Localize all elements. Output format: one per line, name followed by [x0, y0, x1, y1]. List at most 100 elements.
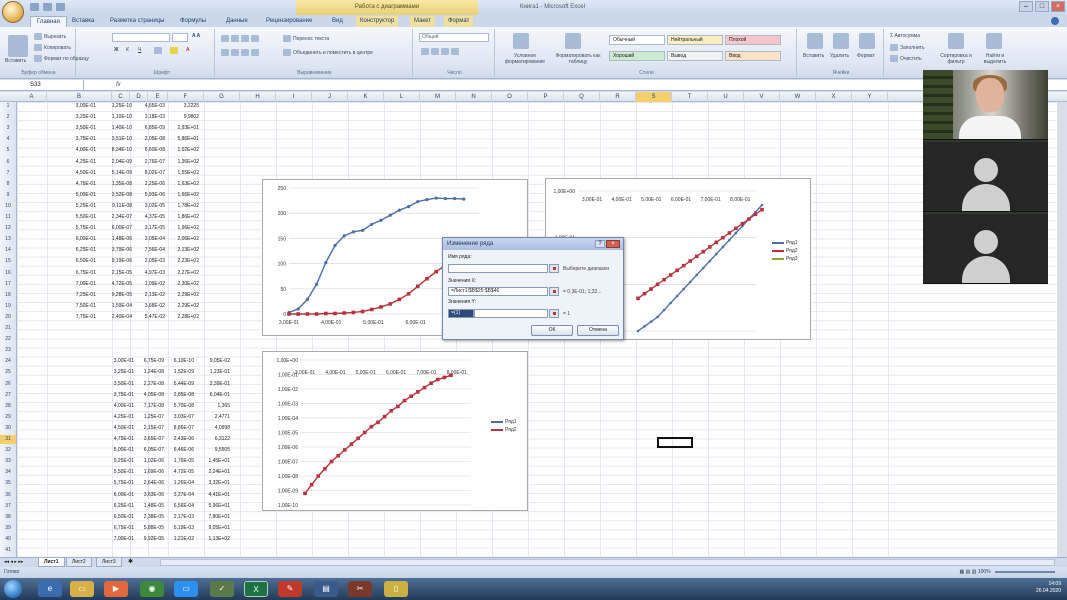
column-header-v[interactable]: V: [744, 92, 780, 102]
row-header-14[interactable]: 14: [0, 246, 16, 255]
cell-value[interactable]: 2,23E+02: [165, 257, 199, 266]
cell-value[interactable]: 4,65E-03: [133, 102, 165, 111]
zoom-icon[interactable]: ▭: [174, 581, 198, 597]
row-header-36[interactable]: 36: [0, 491, 16, 500]
cell-value[interactable]: 1,45E+01: [194, 457, 230, 466]
cell-value[interactable]: 1,36E+02: [165, 158, 199, 167]
active-cell[interactable]: [657, 437, 693, 448]
cell-value[interactable]: 3,25E-01: [60, 113, 96, 122]
cell-value[interactable]: 5,70E-08: [162, 402, 194, 411]
cell-value[interactable]: 2,43E-06: [162, 435, 194, 444]
column-header-s[interactable]: S: [636, 92, 672, 102]
row-header-18[interactable]: 18: [0, 291, 16, 300]
cell-value[interactable]: 5,25E-01: [60, 202, 96, 211]
delete-cells-button[interactable]: Удалить: [830, 53, 849, 59]
conditional-format-icon[interactable]: [513, 33, 529, 49]
cell-value[interactable]: 9,05E-02: [194, 357, 230, 366]
format-cells-button[interactable]: Формат: [857, 53, 875, 59]
close-button[interactable]: ×: [1051, 1, 1065, 12]
cell-value[interactable]: 9,19E-06: [98, 257, 132, 266]
sort-filter-icon[interactable]: [948, 33, 964, 49]
cell-value[interactable]: 5,75E-01: [60, 224, 96, 233]
cell-value[interactable]: 2,28E+02: [165, 313, 199, 322]
cell-value[interactable]: 1,59E-04: [98, 302, 132, 311]
cell-value[interactable]: 2,15E-05: [98, 269, 132, 278]
help-icon[interactable]: [1051, 17, 1059, 25]
bold-button[interactable]: Ж: [114, 47, 119, 53]
cell-value[interactable]: 1,21E-02: [162, 535, 194, 544]
find-select-button[interactable]: Найти и выделить: [978, 53, 1012, 65]
fill-color-button[interactable]: [170, 47, 180, 54]
cell-value[interactable]: 6,46E-06: [162, 446, 194, 455]
cell-value[interactable]: 1,26E-04: [162, 479, 194, 488]
number-format-buttons[interactable]: [421, 48, 461, 55]
cell-value[interactable]: 9,28E-05: [98, 291, 132, 300]
cell-value[interactable]: 1,24E-08: [134, 368, 164, 377]
cell-value[interactable]: 2,4771: [194, 413, 230, 422]
cell-value[interactable]: 7,00E-01: [60, 280, 96, 289]
cell-value[interactable]: 6,00E-01: [100, 491, 134, 500]
undo-icon[interactable]: [43, 3, 52, 11]
cell-value[interactable]: 2,27E+02: [165, 269, 199, 278]
fx-icon[interactable]: fx: [116, 80, 121, 90]
row-header-8[interactable]: 8: [0, 180, 16, 189]
copy-button[interactable]: Копировать: [34, 44, 71, 51]
row-header-30[interactable]: 30: [0, 424, 16, 433]
row-header-21[interactable]: 21: [0, 324, 16, 333]
row-header-4[interactable]: 4: [0, 135, 16, 144]
cell-value[interactable]: 3,00E-01: [100, 357, 134, 366]
cell-value[interactable]: 5,50E-01: [60, 213, 96, 222]
cell-value[interactable]: 1,96E+02: [165, 224, 199, 233]
style-good[interactable]: Хороший: [609, 51, 665, 61]
tab-design[interactable]: Конструктор: [356, 16, 399, 27]
column-header-d[interactable]: D: [130, 92, 148, 102]
tab-review[interactable]: Рецензирование: [266, 16, 312, 27]
cell-value[interactable]: 3,79E-06: [98, 246, 132, 255]
calculator-icon[interactable]: ▤: [314, 581, 338, 597]
cell-value[interactable]: 3,03E-07: [162, 413, 194, 422]
row-header-41[interactable]: 41: [0, 546, 16, 555]
merge-center-button[interactable]: Объединить и поместить в центре: [283, 49, 373, 56]
cell-value[interactable]: 9,11E-08: [98, 202, 132, 211]
cell-value[interactable]: 4,25E-01: [100, 413, 134, 422]
column-header-w[interactable]: W: [780, 92, 816, 102]
format-painter-button[interactable]: Формат по образцу: [34, 55, 89, 62]
cell-value[interactable]: 3,52E-08: [98, 191, 132, 200]
cell-value[interactable]: 1,02E-06: [134, 457, 164, 466]
cell-value[interactable]: 5,50E-01: [100, 468, 134, 477]
row-header-23[interactable]: 23: [0, 346, 16, 355]
cell-value[interactable]: 4,25E-01: [60, 158, 96, 167]
cell-value[interactable]: 5,00E-01: [100, 446, 134, 455]
fill-button[interactable]: Заполнить: [890, 44, 925, 51]
style-input[interactable]: Ввод: [725, 51, 781, 61]
chrome-icon[interactable]: ◉: [140, 581, 164, 597]
cell-value[interactable]: 7,56E-04: [133, 246, 165, 255]
row-header-17[interactable]: 17: [0, 280, 16, 289]
cell-value[interactable]: 1,25E-07: [134, 413, 164, 422]
tab-formulas[interactable]: Формулы: [180, 16, 206, 27]
cell-value[interactable]: 2,85E-08: [162, 391, 194, 400]
cell-value[interactable]: 4,41E+01: [194, 491, 230, 500]
column-header-f[interactable]: F: [168, 92, 204, 102]
cell-value[interactable]: 3,05E-04: [133, 235, 165, 244]
font-name-combo[interactable]: [112, 33, 170, 42]
cell-value[interactable]: 1,25E-10: [98, 102, 132, 111]
cell-value[interactable]: 4,72E-05: [98, 280, 132, 289]
delete-cells-icon[interactable]: [833, 33, 849, 49]
sheet-tab-1[interactable]: Лист1: [38, 558, 65, 567]
cell-value[interactable]: 3,2225: [165, 102, 199, 111]
row-header-3[interactable]: 3: [0, 124, 16, 133]
column-header-g[interactable]: G: [204, 92, 240, 102]
cell-value[interactable]: 6,75E-01: [60, 269, 96, 278]
number-format-combo[interactable]: Общий: [419, 33, 489, 42]
row-header-22[interactable]: 22: [0, 335, 16, 344]
cell-value[interactable]: 1,69E-06: [134, 468, 164, 477]
cell-value[interactable]: 2,29E+02: [165, 302, 199, 311]
cell-value[interactable]: 2,05E-08: [133, 135, 165, 144]
zoom-control[interactable]: ▦ ▤ ▥ 100%: [959, 567, 1055, 578]
cell-value[interactable]: 5,88E-05: [134, 524, 164, 533]
maximize-button[interactable]: □: [1035, 1, 1049, 12]
cell-value[interactable]: 5,44E-09: [162, 380, 194, 389]
conditional-format-button[interactable]: Условное форматирование: [500, 53, 550, 65]
paint-icon[interactable]: ✎: [278, 581, 302, 597]
